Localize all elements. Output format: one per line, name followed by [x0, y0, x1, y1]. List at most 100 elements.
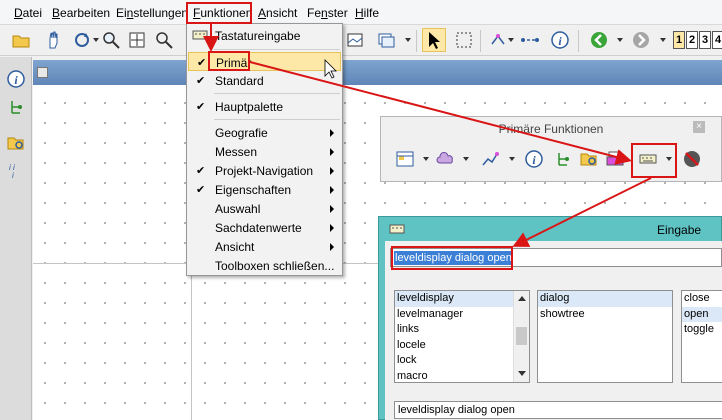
- forward-icon[interactable]: [629, 28, 653, 52]
- toolbar-separator: [578, 30, 579, 52]
- keyboard-icon: [192, 29, 208, 41]
- check-icon: ✔: [196, 184, 206, 196]
- scroll-thumb[interactable]: [516, 327, 527, 345]
- submenu-arrow-icon: [330, 224, 334, 232]
- dialog-title: Eingabe: [657, 223, 702, 237]
- submenu-arrow-icon: [330, 205, 334, 213]
- menu-item-hauptpalette[interactable]: ✔ Hauptpalette: [188, 97, 341, 116]
- submenu-arrow-icon: [330, 243, 334, 251]
- search-folder-icon[interactable]: [577, 147, 601, 171]
- menu-separator: [214, 93, 340, 94]
- check-icon: ✔: [196, 101, 206, 113]
- palette-dropdown-icon[interactable]: [423, 157, 429, 161]
- zoom-window-icon[interactable]: [152, 28, 176, 52]
- left-tool-strip: i i ii: [0, 57, 32, 420]
- annotation-box-keyboard-tool: [631, 143, 677, 178]
- menu-ansicht[interactable]: Ansicht: [258, 6, 297, 20]
- view-button-1[interactable]: 1: [673, 31, 685, 49]
- menu-item-sachdatenwerte[interactable]: Sachdatenwerte: [188, 218, 341, 237]
- rotate-icon[interactable]: [70, 28, 94, 52]
- menu-item-toolboxen-schliessen[interactable]: Toolboxen schließen...: [188, 256, 341, 275]
- list-item[interactable]: macro: [395, 369, 529, 383]
- select-arrow-icon[interactable]: [422, 28, 446, 52]
- print-icon[interactable]: [603, 147, 627, 171]
- graph-icon[interactable]: [478, 147, 502, 171]
- cancel-tool-icon[interactable]: [680, 147, 704, 171]
- menu-separator: [214, 49, 340, 50]
- menu-bearbeiten[interactable]: Bearbeiten: [52, 6, 110, 20]
- argument-list[interactable]: close open toggle: [681, 290, 722, 383]
- history-value: leveldisplay dialog open: [398, 404, 515, 416]
- menu-item-eigenschaften[interactable]: ✔ Eigenschaften: [188, 180, 341, 199]
- command-list[interactable]: leveldisplay levelmanager links locele l…: [394, 290, 530, 383]
- palette-close-button[interactable]: ×: [693, 121, 705, 133]
- list-item[interactable]: toggle: [682, 322, 722, 338]
- view-button-3[interactable]: 3: [699, 31, 711, 49]
- subcommand-list[interactable]: dialog showtree: [537, 290, 673, 383]
- menu-item-auswahl[interactable]: Auswahl: [188, 199, 341, 218]
- scrollbar[interactable]: [513, 291, 529, 382]
- palette-title: Primäre Funktionen: [498, 122, 604, 136]
- multi-info-icon[interactable]: i ii: [4, 159, 28, 183]
- measure-icon[interactable]: [518, 28, 542, 52]
- view-icon[interactable]: [343, 28, 367, 52]
- view-button-2[interactable]: 2: [686, 31, 698, 49]
- zoom-icon[interactable]: [99, 28, 123, 52]
- list-item[interactable]: close: [682, 291, 722, 307]
- history-field[interactable]: leveldisplay dialog open: [394, 401, 722, 419]
- list-item[interactable]: showtree: [538, 307, 672, 323]
- info-icon[interactable]: i: [522, 147, 546, 171]
- pan-hand-icon[interactable]: [42, 28, 66, 52]
- menu-item-geografie[interactable]: Geografie: [188, 123, 341, 142]
- node-dropdown-icon[interactable]: [508, 38, 514, 42]
- menu-datei[interactable]: Datei: [14, 6, 42, 20]
- annotation-box-funktionen: [186, 2, 252, 24]
- palette-dropdown-icon[interactable]: [509, 157, 515, 161]
- back-dropdown-icon[interactable]: [617, 38, 623, 42]
- menu-einstellungen[interactable]: Einstellungen: [116, 6, 188, 20]
- zoom-extent-icon[interactable]: [125, 28, 149, 52]
- menu-item-tastatureingabe[interactable]: Tastatureingabe: [188, 26, 341, 45]
- forward-dropdown-icon[interactable]: [660, 38, 666, 42]
- scroll-down-icon[interactable]: [518, 371, 526, 376]
- info-icon[interactable]: i: [548, 28, 572, 52]
- palette-dropdown-icon[interactable]: [463, 157, 469, 161]
- layer-dropdown-icon[interactable]: [405, 38, 411, 42]
- open-folder-icon[interactable]: [9, 28, 33, 52]
- submenu-arrow-icon: [330, 129, 334, 137]
- scroll-up-icon[interactable]: [518, 296, 526, 301]
- info-icon[interactable]: i: [4, 67, 28, 91]
- menu-separator: [214, 119, 340, 120]
- view-close-button[interactable]: [37, 67, 48, 78]
- menu-fenster[interactable]: Fenster: [307, 6, 348, 20]
- search-folder-icon[interactable]: [4, 131, 28, 155]
- check-icon: ✔: [196, 165, 206, 177]
- keyboard-icon: [389, 223, 405, 235]
- svg-text:i: i: [12, 171, 14, 180]
- cloud-icon[interactable]: [434, 147, 458, 171]
- list-item[interactable]: lock: [395, 353, 529, 369]
- menu-item-ansicht[interactable]: Ansicht: [188, 237, 341, 256]
- node-icon[interactable]: [486, 28, 510, 52]
- back-icon[interactable]: [587, 28, 611, 52]
- list-item[interactable]: open: [682, 306, 722, 322]
- submenu-arrow-icon: [330, 167, 334, 175]
- node-tree-icon[interactable]: [4, 95, 28, 119]
- view-button-4[interactable]: 4: [712, 31, 722, 49]
- annotation-box-input: [391, 246, 513, 270]
- list-item[interactable]: levelmanager: [395, 307, 529, 323]
- rect-select-icon[interactable]: [452, 28, 476, 52]
- menu-hilfe[interactable]: Hilfe: [355, 6, 379, 20]
- list-item[interactable]: leveldisplay: [395, 291, 529, 307]
- list-item[interactable]: dialog: [538, 291, 672, 307]
- menu-item-standard[interactable]: ✔ Standard: [188, 71, 341, 90]
- list-item[interactable]: locele: [395, 338, 529, 354]
- layer-icon[interactable]: [374, 28, 398, 52]
- node-tree-icon[interactable]: [551, 147, 575, 171]
- attribute-table-icon[interactable]: [393, 147, 417, 171]
- submenu-arrow-icon: [330, 186, 334, 194]
- list-item[interactable]: links: [395, 322, 529, 338]
- main-toolbar: i 1 2 3 4: [0, 25, 722, 56]
- menu-item-projekt-navigation[interactable]: ✔ Projekt-Navigation: [188, 161, 341, 180]
- menu-item-messen[interactable]: Messen: [188, 142, 341, 161]
